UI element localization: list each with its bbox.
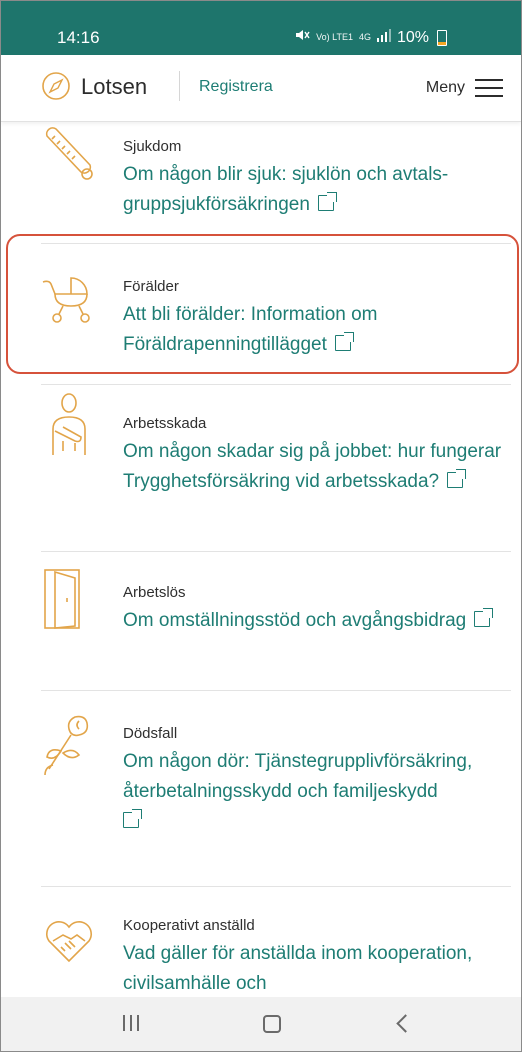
hamburger-icon (475, 78, 503, 98)
list-item-kooperativt[interactable]: Kooperativt anställd Vad gäller för anst… (41, 887, 511, 996)
signal-icon (376, 28, 391, 47)
brand-name[interactable]: Lotsen (81, 74, 147, 100)
phone-frame: 14:16 Vo) LTE1 4G 10% Lotsen Registrera … (0, 0, 522, 1052)
thermometer-icon (45, 127, 93, 180)
item-link[interactable]: Om omställningsstöd och avgångsbidrag (123, 606, 513, 636)
highlight-box (6, 234, 519, 374)
item-link[interactable]: Om någon dör: Tjänstegrupplivförsäkring,… (123, 747, 513, 837)
status-time: 14:16 (57, 28, 100, 47)
category-label: Kooperativt anställd (123, 917, 255, 934)
android-nav-bar (1, 997, 521, 1051)
back-icon[interactable] (396, 1014, 415, 1033)
compass-logo-icon[interactable] (41, 71, 71, 101)
category-label: Arbetsskada (123, 415, 207, 432)
item-link[interactable]: Vad gäller för anställda inom kooperatio… (123, 939, 513, 996)
external-link-icon (447, 469, 467, 488)
external-link-icon (317, 192, 337, 211)
list-item-arbetslos[interactable]: Arbetslös Om omställningsstöd och avgång… (41, 552, 511, 702)
app-header: Lotsen Registrera Meny (1, 55, 521, 122)
battery-percent: 10% (396, 28, 429, 46)
home-icon[interactable] (263, 1015, 281, 1033)
item-link-text: Om någon blir sjuk: sjuklön och avtals-g… (123, 164, 449, 215)
list-item-dodsfall[interactable]: Dödsfall Om någon dör: Tjänstegrupplivfö… (41, 691, 511, 887)
injured-person-icon (52, 393, 86, 455)
category-label: Sjukdom (123, 138, 182, 155)
category-label: Dödsfall (123, 725, 178, 742)
item-link-text: Om någon skadar sig på jobbet: hur funge… (123, 441, 502, 492)
item-link[interactable]: Om någon skadar sig på jobbet: hur funge… (123, 437, 513, 497)
external-link-icon (474, 608, 494, 627)
status-icons: Vo) LTE1 4G 10% (294, 28, 447, 47)
menu-label: Meny (425, 79, 465, 96)
rose-icon (44, 715, 89, 776)
item-link-text: Om omställningsstöd och avgångsbidrag (123, 610, 467, 631)
recent-apps-icon[interactable] (123, 1015, 141, 1031)
menu-button[interactable]: Meny (426, 71, 503, 105)
register-link[interactable]: Registrera (199, 78, 273, 96)
status-bar: 14:16 Vo) LTE1 4G 10% (1, 1, 521, 55)
item-link-text: Om någon dör: Tjänstegrupplivförsäkring,… (123, 751, 473, 802)
battery-icon (437, 29, 447, 46)
item-link-text: Vad gäller för anställda inom kooperatio… (123, 943, 473, 994)
list-item-arbetsskada[interactable]: Arbetsskada Om någon skadar sig på jobbe… (41, 385, 511, 551)
door-icon (44, 569, 80, 629)
mute-icon (294, 28, 310, 47)
header-divider (179, 71, 180, 101)
network-type: Vo) LTE1 (316, 32, 353, 42)
item-link[interactable]: Om någon blir sjuk: sjuklön och avtals-g… (123, 160, 513, 220)
external-link-icon (123, 809, 142, 828)
category-label: Arbetslös (123, 584, 186, 601)
signal-type: 4G (358, 32, 371, 42)
list-item-sjukdom[interactable]: Sjukdom Om någon blir sjuk: sjuklön och … (41, 122, 511, 242)
heart-hands-icon (46, 921, 92, 963)
